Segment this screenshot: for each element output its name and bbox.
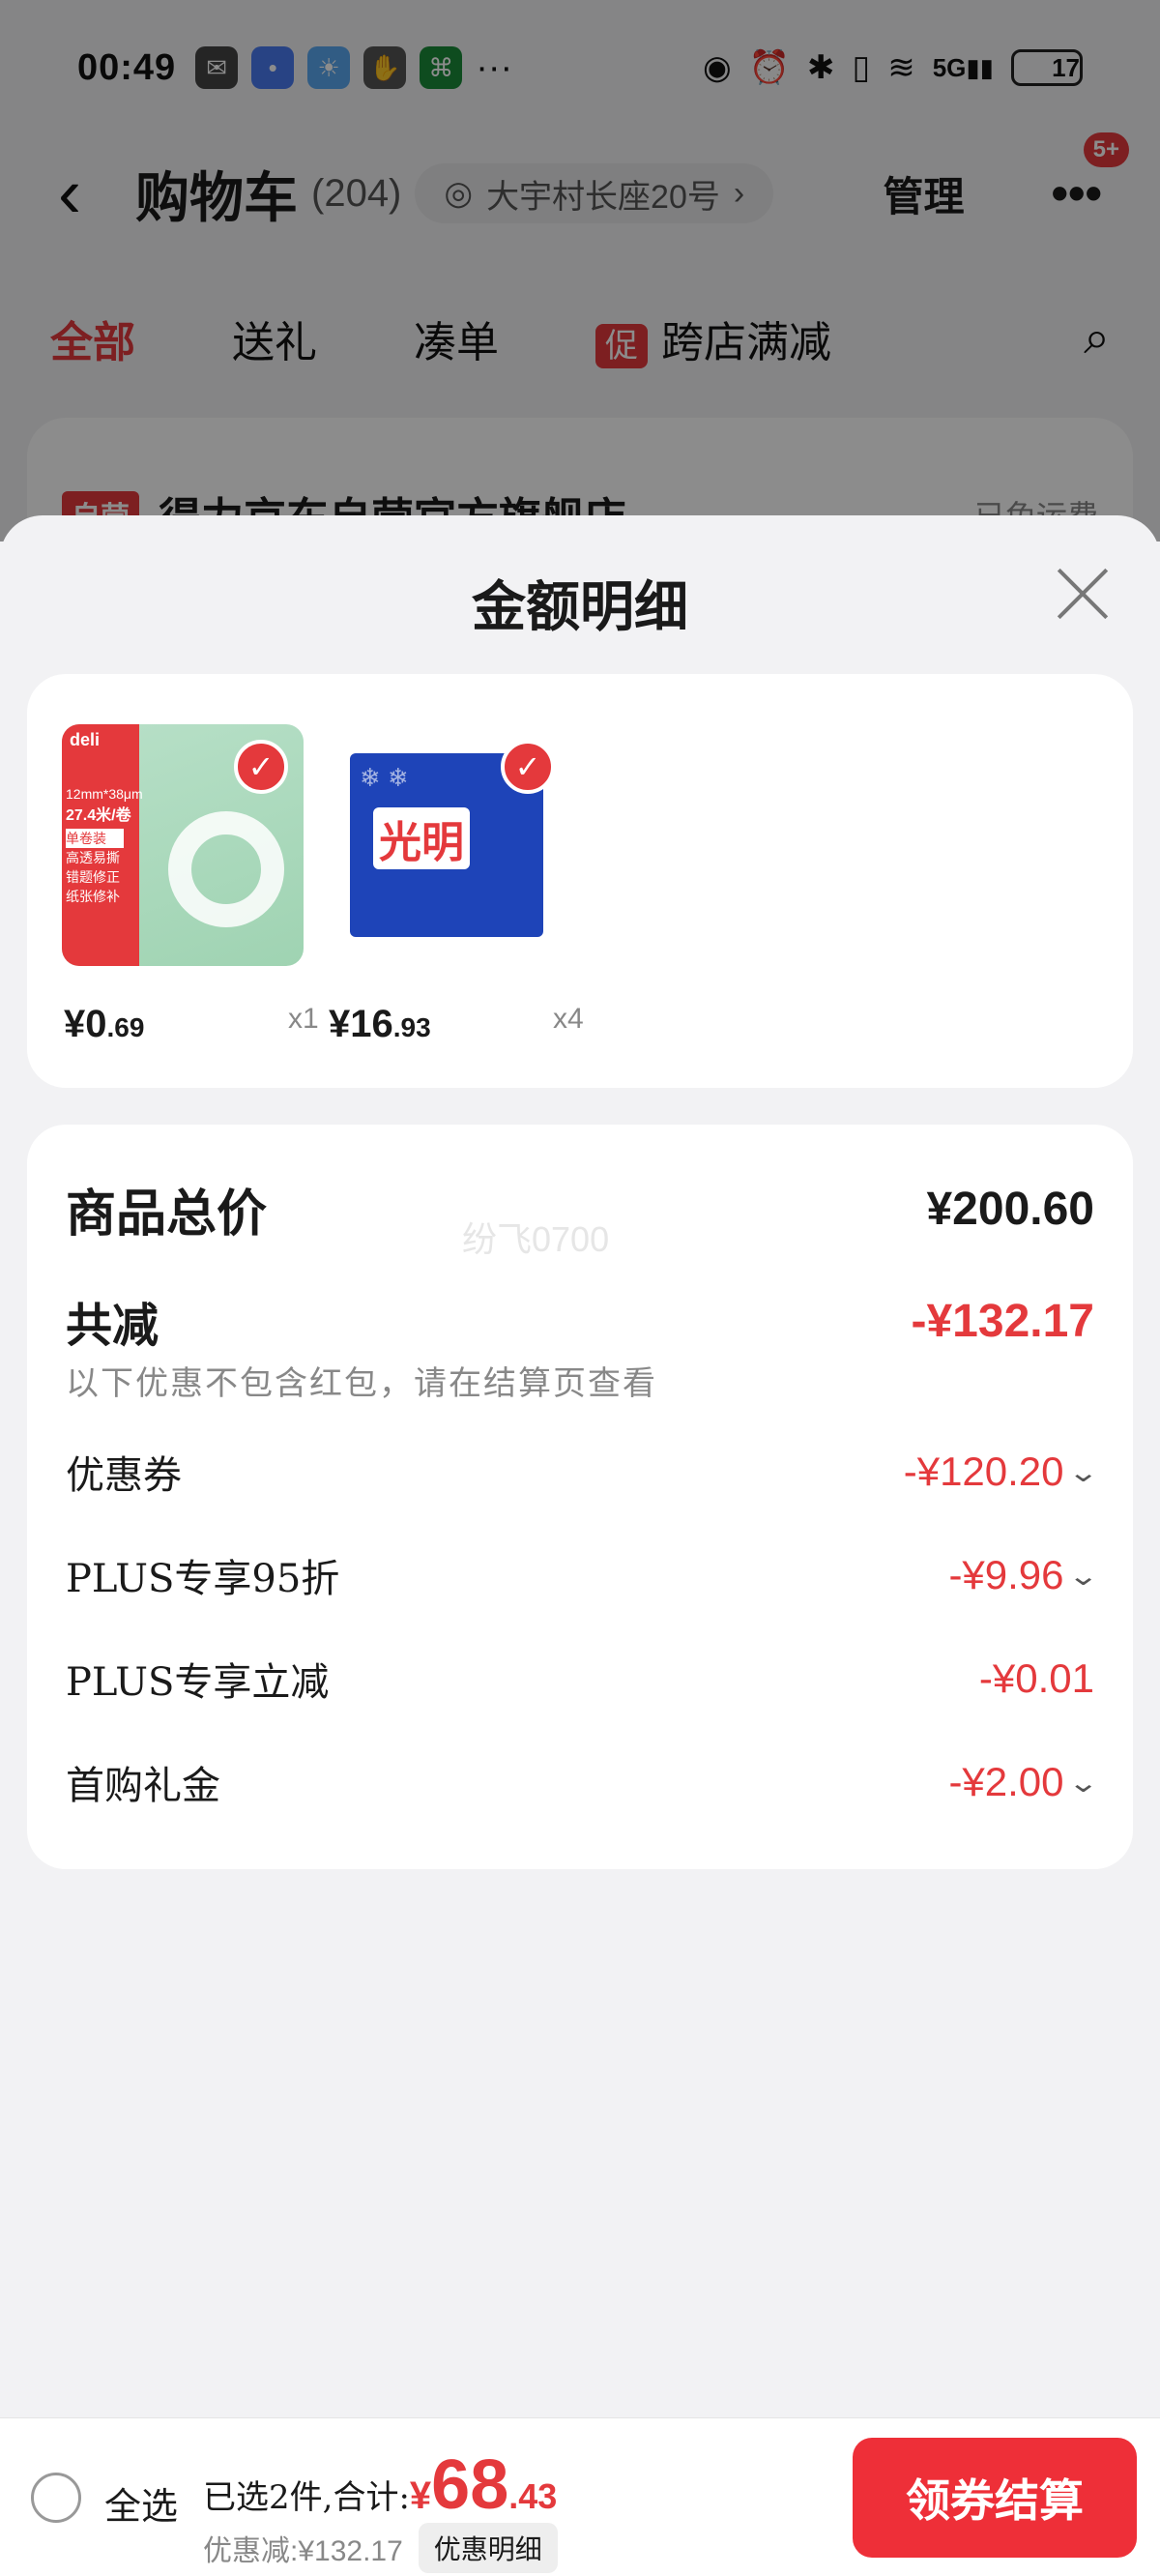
checkout-button[interactable]: 领券结算 — [853, 2438, 1137, 2558]
checkmark-icon: ✓ — [501, 740, 555, 794]
discount-row-plus-reduce: PLUS专享立减 -¥0.01 — [66, 1655, 1094, 1705]
amount-detail-card: 纷飞0700 商品总价 ¥200.60 共减 -¥132.17 以下优惠不包含红… — [27, 1125, 1133, 1869]
total-price-value: ¥200.60 — [926, 1184, 1094, 1235]
product-image-tape: deli 12mm*38μm 27.4米/卷 单卷装 高透易撕 错题修正 纸张修… — [62, 724, 304, 966]
total-reduce-row: 共减 -¥132.17 — [66, 1295, 1095, 1354]
item-price: ¥0.69 — [64, 1003, 145, 1045]
chevron-down-icon: ⌄ — [1066, 1456, 1099, 1487]
dim-overlay[interactable] — [0, 0, 1160, 542]
checkout-bar: 全选 已选2件,合计: ¥ 68 .43 优惠减:¥132.17 优惠明细 领券… — [0, 2417, 1160, 2576]
sheet-title: 金额明细 — [472, 575, 688, 639]
item-quantity: x1 — [288, 1003, 319, 1035]
chevron-down-icon: ⌄ — [1066, 1560, 1099, 1591]
discount-note: 以下优惠不包含红包，请在结算页查看 — [66, 1364, 657, 1403]
discount-detail-button[interactable]: 优惠明细 — [418, 2523, 558, 2573]
select-all-checkbox[interactable] — [31, 2473, 81, 2523]
product-image-box: ❄ ❄ 光明 ✓ — [329, 724, 570, 966]
close-icon[interactable] — [1054, 564, 1112, 622]
total-reduce-value: -¥132.17 — [911, 1295, 1095, 1347]
select-all-label[interactable]: 全选 — [104, 2476, 178, 2530]
order-summary: 已选2件,合计: ¥ 68 .43 — [203, 2446, 558, 2524]
discount-row-first-purchase[interactable]: 首购礼金 -¥2.00 ⌄ — [66, 1754, 1099, 1810]
items-card: deli 12mm*38μm 27.4米/卷 单卷装 高透易撕 错题修正 纸张修… — [27, 674, 1133, 1088]
item-price: ¥16.93 — [329, 1003, 431, 1045]
checkmark-icon: ✓ — [234, 740, 288, 794]
discount-row-plus95[interactable]: PLUS专享95折 -¥9.96 ⌄ — [66, 1547, 1099, 1603]
total-amount: 68 — [431, 2446, 509, 2524]
discount-summary: 优惠减:¥132.17 — [203, 2535, 403, 2567]
chevron-down-icon: ⌄ — [1066, 1767, 1099, 1798]
discount-row-coupon[interactable]: 优惠券 -¥120.20 ⌄ — [66, 1444, 1099, 1500]
amount-detail-sheet: 金额明细 deli 12mm*38μm 27.4米/卷 单卷装 高透易撕 错题修… — [0, 515, 1160, 2417]
item-quantity: x4 — [553, 1003, 584, 1035]
total-price-row: 商品总价 ¥200.60 — [66, 1184, 1094, 1244]
